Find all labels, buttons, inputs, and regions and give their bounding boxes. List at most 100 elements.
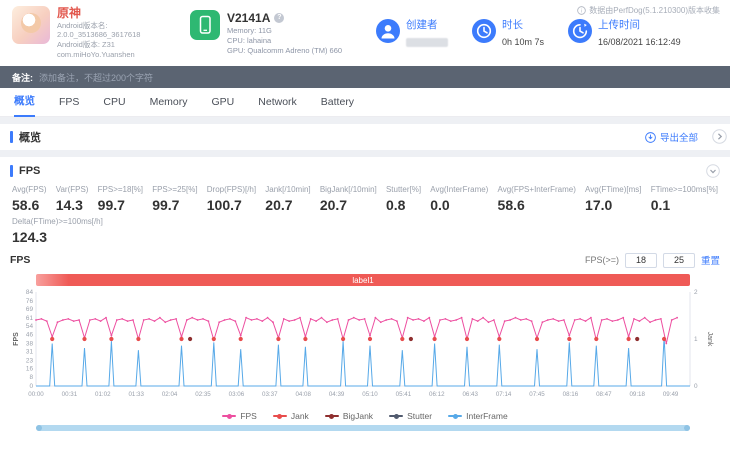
section-accent-bar [10, 131, 13, 143]
tab-FPS[interactable]: FPS [59, 89, 79, 116]
panel-edge-collapse-button[interactable] [712, 129, 727, 149]
fps-threshold-input-1[interactable] [624, 252, 657, 268]
legend-item-BigJank[interactable]: BigJank [324, 411, 373, 421]
legend-item-InterFrame[interactable]: InterFrame [448, 411, 508, 421]
legend-item-FPS[interactable]: FPS [222, 411, 257, 421]
svg-text:03:06: 03:06 [229, 391, 245, 398]
svg-text:38: 38 [26, 341, 34, 348]
svg-text:05:10: 05:10 [362, 391, 378, 398]
metric-FTime>=100ms[%]: FTime>=100ms[%] 0.1 [650, 185, 718, 213]
reset-button[interactable]: 重置 [701, 253, 720, 267]
metric-FPS>=18[%]: FPS>=18[%] 99.7 [97, 185, 144, 213]
app-package-name: com.miHoYo.Yuanshen [57, 49, 135, 59]
tab-概览[interactable]: 概览 [14, 88, 35, 117]
export-all-button[interactable]: 导出全部 [645, 130, 698, 144]
device-model: V2141A [227, 10, 271, 25]
svg-text:46: 46 [26, 332, 34, 339]
fps-chart-title: FPS [10, 254, 31, 266]
label-band[interactable]: label1 [36, 274, 690, 286]
section-accent-bar [10, 165, 13, 177]
app-android-version: Android版本: Z31 [57, 40, 115, 50]
svg-text:07:45: 07:45 [529, 391, 545, 398]
fps-chart-controls: FPS FPS(>=) 重置 [10, 251, 720, 269]
svg-text:02:04: 02:04 [162, 391, 178, 398]
chart-legend: FPS Jank BigJank Stutter InterFrame [10, 410, 720, 422]
svg-text:2: 2 [694, 289, 698, 296]
svg-text:61: 61 [26, 315, 34, 322]
svg-text:1: 1 [694, 336, 698, 343]
label-band-text: label1 [352, 275, 374, 285]
metric-Stutter[%]: Stutter[%] 0.8 [385, 185, 422, 213]
legend-item-Stutter[interactable]: Stutter [389, 411, 432, 421]
fps-threshold-label: FPS(>=) [584, 255, 619, 265]
device-info-block: V2141A ? Memory: 11G CPU: lahaina GPU: Q… [190, 9, 376, 57]
metric-Avg(FTime)[ms]: Avg(FTime)[ms] 17.0 [585, 185, 642, 213]
upload-time-block: 上传时间 16/08/2021 16:12:49 [568, 18, 718, 48]
upload-time-label: 上传时间 [598, 18, 640, 31]
svg-text:0: 0 [694, 383, 698, 390]
creator-label: 创建者 [406, 18, 438, 31]
tab-Memory[interactable]: Memory [150, 89, 188, 116]
source-note-text: 数据由PerfDog(5.1.210300)版本收集 [589, 6, 720, 15]
overview-section-bar: 概览 导出全部 [0, 124, 730, 150]
avatar-icon [376, 18, 400, 43]
svg-text:09:18: 09:18 [629, 391, 645, 398]
metric-Jank[/10min]: Jank[/10min] 20.7 [265, 185, 311, 213]
svg-text:04:08: 04:08 [295, 391, 311, 398]
fps-section-title: FPS [19, 165, 41, 177]
note-label: 备注: [12, 72, 33, 83]
device-gpu: GPU: Qualcomm Adreno (TM) 660 [227, 46, 343, 56]
tab-CPU[interactable]: CPU [103, 89, 125, 116]
app-info-block: 原神 Android版本名: 2.0.0_3513686_3617618 And… [12, 6, 190, 59]
metrics-row-2: Delta(FTime)>=100ms[/h] 124.3 [10, 217, 720, 245]
fps-collapse-button[interactable] [706, 164, 720, 178]
tab-bar: 概览 FPS CPU Memory GPU Network Battery [0, 88, 730, 117]
chevron-down-icon [706, 164, 720, 178]
upload-time-value: 16/08/2021 16:12:49 [598, 37, 681, 48]
app-icon [12, 6, 50, 45]
svg-text:00:31: 00:31 [62, 391, 78, 398]
svg-text:54: 54 [26, 323, 34, 330]
tab-Battery[interactable]: Battery [321, 89, 354, 116]
device-memory: Memory: 11G [227, 25, 272, 35]
clock-icon [472, 18, 496, 43]
legend-item-Jank[interactable]: Jank [272, 411, 309, 421]
svg-text:8: 8 [29, 374, 33, 381]
svg-text:04:39: 04:39 [329, 391, 345, 398]
fps-line-chart[interactable]: 84 7669 6154 46 38312316 8 0 2 1 0 FPS Jank 00:00 00:… [10, 288, 716, 410]
app-name: 原神 [57, 6, 82, 21]
duration-label: 时长 [502, 18, 523, 31]
duration-value: 0h 10m 7s [502, 37, 545, 48]
chart-horizontal-scrollbar[interactable] [36, 425, 690, 431]
fps-threshold-input-2[interactable] [662, 252, 695, 268]
metric-Var(FPS): Var(FPS) 14.3 [55, 185, 89, 213]
report-header: i 数据由PerfDog(5.1.210300)版本收集 原神 Android版… [0, 0, 730, 66]
svg-text:69: 69 [26, 306, 34, 313]
creator-name-redacted [406, 38, 448, 48]
metric-Drop(FPS)[/h]: Drop(FPS)[/h] 100.7 [206, 185, 257, 213]
chevron-right-icon [712, 129, 727, 144]
svg-text:07:14: 07:14 [496, 391, 512, 398]
content-area: 概览 导出全部 FPS Avg(FPS) 58.6 Var(FPS) 14.3 … [0, 117, 730, 463]
metric-Avg(FPS+InterFrame): Avg(FPS+InterFrame) 58.6 [497, 185, 576, 213]
duration-block: 时长 0h 10m 7s [472, 18, 568, 48]
svg-text:0: 0 [29, 383, 33, 390]
tab-Network[interactable]: Network [258, 89, 297, 116]
tab-GPU[interactable]: GPU [212, 89, 235, 116]
data-source-note: i 数据由PerfDog(5.1.210300)版本收集 [577, 5, 720, 16]
svg-text:02:35: 02:35 [195, 391, 211, 398]
svg-text:84: 84 [26, 289, 34, 296]
svg-text:06:43: 06:43 [462, 391, 478, 398]
svg-text:09:49: 09:49 [663, 391, 679, 398]
metric-FPS>=25[%]: FPS>=25[%] 99.7 [152, 185, 198, 213]
svg-text:06:12: 06:12 [429, 391, 445, 398]
note-bar[interactable]: 备注: 添加备注，不超过200个字符 [0, 66, 730, 88]
metrics-row-1: Avg(FPS) 58.6 Var(FPS) 14.3 FPS>=18[%] 99.7 FP… [10, 185, 720, 213]
svg-text:FPS: FPS [13, 332, 20, 346]
info-icon: i [577, 6, 587, 15]
help-icon[interactable]: ? [274, 12, 285, 23]
svg-text:31: 31 [26, 349, 34, 356]
phone-icon [190, 9, 220, 40]
svg-text:76: 76 [26, 298, 34, 305]
svg-text:i: i [581, 8, 582, 14]
